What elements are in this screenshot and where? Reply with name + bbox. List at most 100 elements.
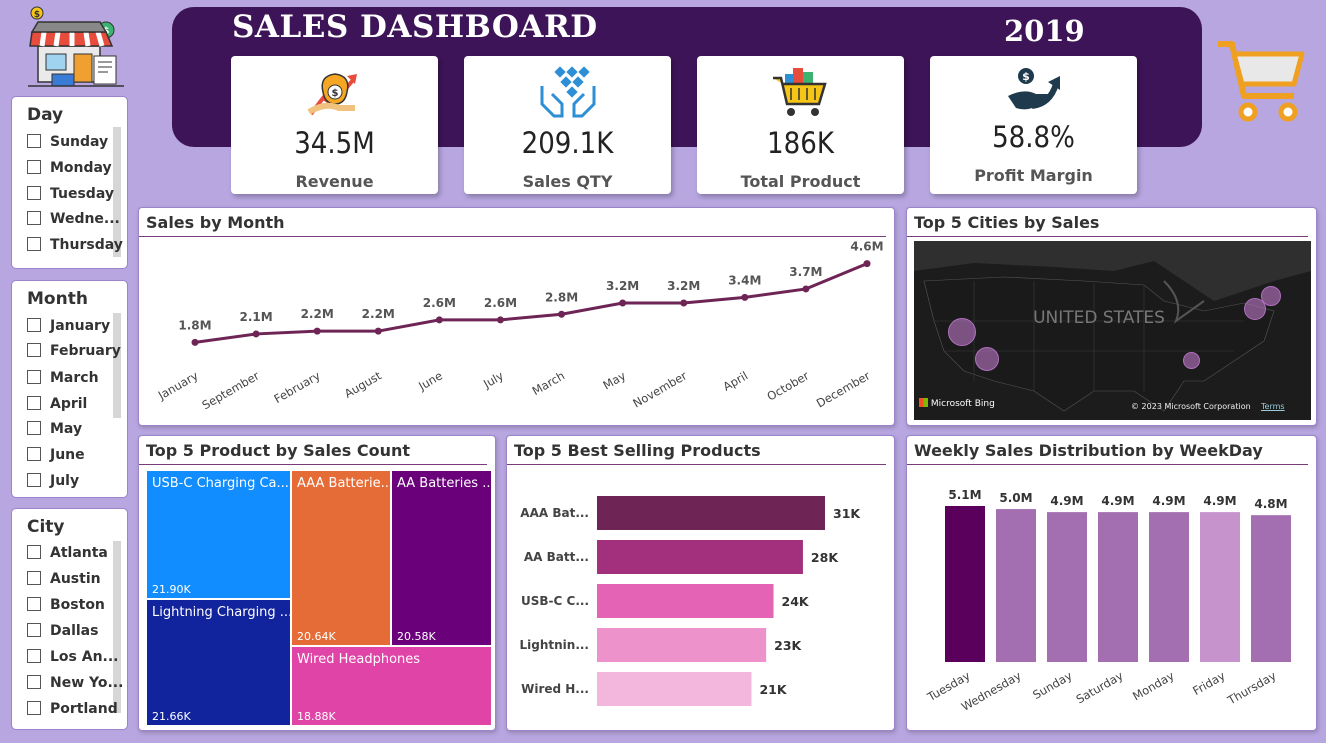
checkbox[interactable] <box>27 473 41 487</box>
best-selling-bar-chart: AAA Bat... 31K AA Batt... 28K USB-C C... 24K L… <box>519 496 861 706</box>
bar[interactable] <box>1098 512 1138 662</box>
hand-dollar-arrow-icon: $ <box>930 64 1137 120</box>
treemap-tile[interactable]: USB-C Charging Ca... 21.90K <box>146 470 291 599</box>
slicer-item[interactable]: Dallas <box>27 623 98 643</box>
city-bubble[interactable] <box>975 347 999 371</box>
slicer-item[interactable]: Los An... <box>27 649 119 669</box>
slicer-item[interactable]: February <box>27 343 121 363</box>
checkbox[interactable] <box>27 318 41 332</box>
checkbox[interactable] <box>27 597 41 611</box>
bar[interactable] <box>1149 512 1189 662</box>
checkbox[interactable] <box>27 211 41 225</box>
line-point[interactable] <box>435 316 443 324</box>
top-products-treemap-panel: Top 5 Product by Sales Count USB-C Charg… <box>138 435 496 731</box>
weekday-bar-chart: 5.1MTuesday5.0MWednesday4.9MSunday4.9MSa… <box>924 488 1291 714</box>
x-tick-label: November <box>630 368 689 410</box>
checkbox[interactable] <box>27 571 41 585</box>
bar[interactable] <box>945 506 985 662</box>
checkbox[interactable] <box>27 343 41 357</box>
x-tick-label: February <box>272 368 323 406</box>
treemap-tile[interactable]: Wired Headphones 18.88K <box>291 646 492 726</box>
checkbox[interactable] <box>27 545 41 559</box>
slicer-item[interactable]: March <box>27 370 99 390</box>
checkbox[interactable] <box>27 649 41 663</box>
data-label: 2.6M <box>423 296 456 310</box>
bar[interactable] <box>597 672 752 706</box>
bar[interactable] <box>597 628 767 662</box>
data-label: 3.2M <box>606 279 639 293</box>
panel-title: Sales by Month <box>146 213 285 232</box>
city-bubble[interactable] <box>1183 352 1200 369</box>
treemap-tile[interactable]: AA Batteries ... 20.58K <box>391 470 492 646</box>
kpi-label: Profit Margin <box>974 166 1093 185</box>
line-point[interactable] <box>619 299 627 307</box>
data-label: 4.6M <box>850 240 883 254</box>
data-label: 4.9M <box>1050 494 1083 508</box>
kpi-value: 209.1K <box>521 126 614 160</box>
map-view[interactable]: UNITED STATES Microsoft Bing © 2023 Micr… <box>914 241 1311 420</box>
slicer-item[interactable]: Wedne... <box>27 211 120 231</box>
line-point[interactable] <box>741 293 749 301</box>
city-bubble[interactable] <box>1261 286 1281 306</box>
bar[interactable] <box>1200 512 1240 662</box>
checkbox[interactable] <box>27 421 41 435</box>
slicer-item[interactable]: January <box>27 318 110 338</box>
line-point[interactable] <box>802 285 810 293</box>
data-label: 3.2M <box>667 279 700 293</box>
checkbox[interactable] <box>27 675 41 689</box>
checkbox[interactable] <box>27 134 41 148</box>
x-tick-label: October <box>765 368 812 403</box>
bar[interactable] <box>597 584 774 618</box>
shopping-basket-icon <box>697 64 904 120</box>
line-point[interactable] <box>496 316 504 324</box>
data-label: 5.0M <box>999 491 1032 505</box>
checkbox[interactable] <box>27 237 41 251</box>
checkbox[interactable] <box>27 623 41 637</box>
y-tick-label: USB-C C... <box>521 594 589 608</box>
sales-line[interactable] <box>194 262 868 344</box>
slicer-item[interactable]: Portland <box>27 701 118 721</box>
slicer-item[interactable]: Thursday <box>27 237 123 257</box>
checkbox[interactable] <box>27 447 41 461</box>
slicer-item[interactable]: May <box>27 421 82 441</box>
slicer-item[interactable]: New Yo... <box>27 675 123 695</box>
line-point[interactable] <box>863 260 871 268</box>
line-point[interactable] <box>558 310 566 318</box>
bar[interactable] <box>597 496 825 530</box>
svg-text:$: $ <box>34 10 40 20</box>
data-label: 4.9M <box>1152 494 1185 508</box>
y-tick-label: AAA Bat... <box>520 506 589 520</box>
bar[interactable] <box>1251 515 1291 662</box>
treemap-tile[interactable]: Lightning Charging ... 21.66K <box>146 599 291 726</box>
line-point[interactable] <box>374 327 382 335</box>
slicer-item[interactable]: June <box>27 447 85 467</box>
bing-attribution: Microsoft Bing <box>919 398 995 409</box>
slicer-scrollbar[interactable] <box>113 313 121 418</box>
checkbox[interactable] <box>27 160 41 174</box>
checkbox[interactable] <box>27 701 41 715</box>
kpi-value: 186K <box>767 126 834 160</box>
slicer-item[interactable]: Sunday <box>27 134 108 154</box>
slicer-item[interactable]: Boston <box>27 597 105 617</box>
bar[interactable] <box>1047 512 1087 662</box>
slicer-title: Day <box>27 105 64 125</box>
slicer-item[interactable]: Austin <box>27 571 101 591</box>
line-point[interactable] <box>313 327 321 335</box>
city-bubble[interactable] <box>948 318 976 346</box>
slicer-item[interactable]: Monday <box>27 160 112 180</box>
slicer-item[interactable]: July <box>27 473 79 493</box>
slicer-item[interactable]: Tuesday <box>27 186 114 206</box>
slicer-item[interactable]: Atlanta <box>27 545 108 565</box>
checkbox[interactable] <box>27 186 41 200</box>
bar[interactable] <box>597 540 803 574</box>
x-tick-label: May <box>601 368 629 392</box>
checkbox[interactable] <box>27 396 41 410</box>
treemap-tile[interactable]: AAA Batterie... 20.64K <box>291 470 391 646</box>
terms-link[interactable]: Terms <box>1261 402 1285 411</box>
slicer-item[interactable]: April <box>27 396 87 416</box>
checkbox[interactable] <box>27 370 41 384</box>
line-point[interactable] <box>252 330 260 338</box>
line-point[interactable] <box>680 299 688 307</box>
line-point[interactable] <box>191 338 199 346</box>
bar[interactable] <box>996 509 1036 662</box>
